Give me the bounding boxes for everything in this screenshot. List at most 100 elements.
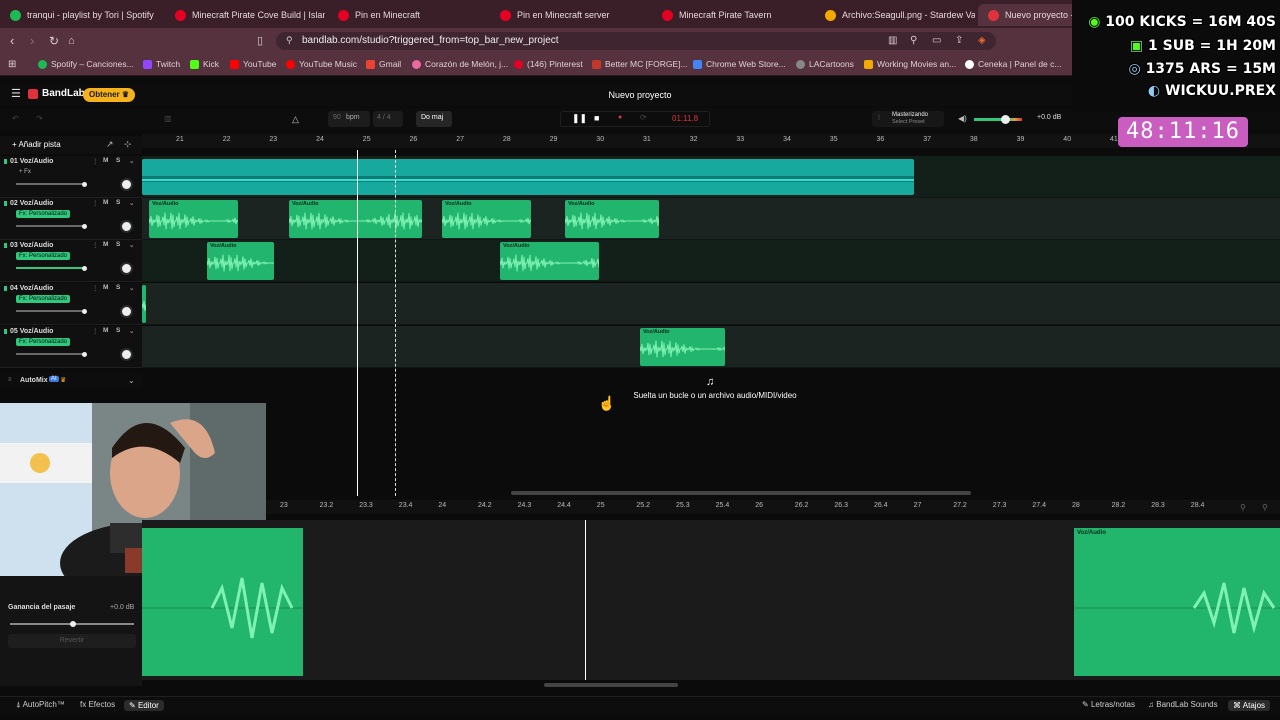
zoom-icon[interactable]: ⚲ — [910, 34, 917, 48]
editor-scrollbar[interactable] — [544, 683, 678, 687]
track-header-1[interactable]: 01 Voz/Audio + Fx ⋮ M S ⌄ — [0, 156, 142, 198]
browser-tab[interactable]: tranqui - playlist by Tori | Spotify — [0, 4, 160, 26]
track-header-2[interactable]: 02 Voz/Audio Fx: Personalizado ⋮ M S ⌄ — [0, 198, 142, 240]
more-icon[interactable]: ⋮ — [92, 241, 99, 249]
solo-button[interactable]: S — [116, 241, 120, 248]
zoom-icon[interactable]: ⚲ — [1240, 503, 1246, 512]
track-fx-button[interactable]: Fx: Personalizado — [16, 252, 71, 260]
chevron-down-icon[interactable]: ⌄ — [129, 199, 134, 207]
track-volume-slider[interactable] — [16, 223, 87, 229]
brave-shield-icon[interactable]: ◈ — [978, 34, 986, 48]
bookmark-item[interactable]: LACartoons — [796, 59, 854, 69]
mute-button[interactable]: M — [103, 157, 108, 164]
track-volume-knob[interactable] — [82, 308, 87, 314]
shortcuts-button[interactable]: ⌘ Atajos — [1228, 700, 1271, 711]
audio-clip[interactable]: Voz/Audio — [149, 200, 238, 238]
track-lane-3[interactable]: Voz/Audio Voz/Audio — [142, 240, 1280, 282]
audio-clip[interactable]: Voz/Audio — [640, 328, 725, 366]
more-icon[interactable]: ⋮ — [92, 327, 99, 335]
key-selector[interactable]: Do maj — [416, 111, 452, 127]
bookmark-item[interactable]: (146) Pinterest — [514, 59, 583, 69]
track-header-5[interactable]: 05 Voz/Audio Fx: Personalizado ⋮ M S ⌄ — [0, 326, 142, 368]
gain-slider-knob[interactable] — [70, 621, 76, 627]
share-icon[interactable]: ⇪ — [955, 34, 963, 48]
automix-row[interactable]: ≡ AutoMix AI ♛ ⌄ — [0, 373, 142, 389]
audio-clip[interactable]: Voz/Audio — [207, 242, 274, 280]
bookmark-item[interactable]: YouTube — [230, 59, 276, 69]
track-pan-knob[interactable] — [120, 305, 133, 318]
track-lane-5[interactable]: Voz/Audio — [142, 326, 1280, 368]
revert-button[interactable]: Revertir — [8, 634, 136, 648]
bookmark-icon[interactable]: ▯ — [257, 34, 263, 48]
editor-area[interactable]: Voz/Audio — [142, 520, 1280, 687]
track-header-3[interactable]: 03 Voz/Audio Fx: Personalizado ⋮ M S ⌄ — [0, 240, 142, 282]
track-fx-button[interactable]: Fx: Personalizado — [16, 295, 71, 303]
track-lane-1[interactable] — [142, 156, 1280, 198]
track-volume-slider[interactable] — [16, 308, 87, 314]
audio-clip[interactable]: Voz/Audio — [289, 200, 422, 238]
bookmark-item[interactable]: Kick — [190, 59, 219, 69]
zoom-out-icon[interactable]: ⚲ — [1262, 503, 1268, 512]
obtener-button[interactable]: Obtener ♛ — [83, 88, 136, 102]
browser-tab[interactable]: Minecraft Pirate Tavern — [652, 4, 812, 26]
chevron-down-icon[interactable]: ⌄ — [129, 157, 134, 165]
audio-clip[interactable] — [142, 159, 914, 195]
audio-clip[interactable]: Voz/Audio — [565, 200, 659, 238]
add-track-button[interactable]: + Añadir pista — [12, 140, 61, 149]
track-pan-knob[interactable] — [120, 178, 133, 191]
editor-button[interactable]: ✎ Editor — [124, 700, 164, 711]
cast-icon[interactable]: ▭ — [932, 34, 941, 48]
track-volume-knob[interactable] — [82, 181, 87, 187]
master-volume-slider[interactable] — [974, 115, 1022, 124]
browser-tab[interactable]: Minecraft Pirate Cove Build | Island / — [165, 4, 325, 26]
browser-tab[interactable]: Archivo:Seagull.png - Stardew Valley — [815, 4, 975, 26]
bandlab-logo[interactable]: BandLab — [28, 88, 85, 99]
bookmark-item[interactable]: Spotify – Canciones... — [38, 59, 134, 69]
editor-clip[interactable]: Voz/Audio — [1074, 528, 1280, 676]
effects-button[interactable]: fx Efectos — [80, 700, 115, 709]
solo-button[interactable]: S — [116, 327, 120, 334]
track-volume-knob[interactable] — [82, 265, 87, 271]
bookmark-item[interactable]: Gmail — [366, 59, 401, 69]
bookmark-item[interactable]: Better MC [FORGE]... — [592, 59, 688, 69]
track-name[interactable]: 05 Voz/Audio — [10, 328, 53, 335]
mute-button[interactable]: M — [103, 199, 108, 206]
chevron-down-icon[interactable]: ⌄ — [129, 284, 134, 292]
track-lane-4[interactable] — [142, 283, 1280, 325]
track-volume-slider[interactable] — [16, 351, 87, 357]
browser-tab[interactable]: Pin en Minecraft server — [490, 4, 650, 26]
horizontal-scrollbar[interactable] — [511, 491, 971, 495]
track-header-4[interactable]: 04 Voz/Audio Fx: Personalizado ⋮ M S ⌄ — [0, 283, 142, 325]
track-volume-knob[interactable] — [82, 223, 87, 229]
back-icon[interactable]: ‹ — [10, 34, 14, 48]
track-pan-knob[interactable] — [120, 348, 133, 361]
reload-icon[interactable]: ↻ — [49, 34, 59, 48]
bandlab-sounds-button[interactable]: ♫ BandLab Sounds — [1148, 700, 1218, 709]
solo-button[interactable]: S — [116, 284, 120, 291]
menu-icon[interactable]: ☰ — [11, 87, 21, 100]
bookmark-item[interactable]: Corazón de Melón, j... — [412, 59, 508, 69]
redo-icon[interactable]: ↷ — [36, 114, 43, 123]
track-name[interactable]: 04 Voz/Audio — [10, 285, 53, 292]
track-pan-knob[interactable] — [120, 262, 133, 275]
reader-icon[interactable]: ▥ — [888, 34, 897, 48]
chevron-down-icon[interactable]: ⌄ — [129, 327, 134, 335]
timeline-ruler[interactable]: 21 22 23 24 25 26 27 28 29 30 31 32 33 34 35 36 37 38 39 40… — [142, 134, 1280, 148]
forward-icon[interactable]: › — [30, 34, 34, 48]
browser-tab[interactable]: Pin en Minecraft — [328, 4, 488, 26]
gain-slider[interactable] — [10, 621, 134, 627]
bookmark-item[interactable]: YouTube Music — [286, 59, 357, 69]
mastering-button[interactable]: ⫶ Masterizando Select Preset — [872, 111, 944, 127]
track-name[interactable]: 01 Voz/Audio — [10, 158, 53, 165]
editor-ruler[interactable]: 23 23.2 23.3 23.4 24 24.2 24.3 24.4 25 25.2 25.3 25… — [266, 500, 1280, 514]
track-volume-knob[interactable] — [82, 351, 87, 357]
master-volume-knob[interactable] — [1001, 115, 1010, 124]
mute-button[interactable]: M — [103, 241, 108, 248]
bookmark-item[interactable]: Ceneka | Panel de c... — [965, 59, 1061, 69]
tool-icon[interactable]: ↗ — [106, 139, 114, 150]
track-fx-button[interactable]: + Fx — [16, 168, 34, 176]
track-fx-button[interactable]: Fx: Personalizado — [16, 338, 71, 346]
undo-icon[interactable]: ↶ — [12, 114, 19, 123]
track-volume-slider[interactable] — [16, 265, 87, 271]
more-icon[interactable]: ⋮ — [92, 284, 99, 292]
